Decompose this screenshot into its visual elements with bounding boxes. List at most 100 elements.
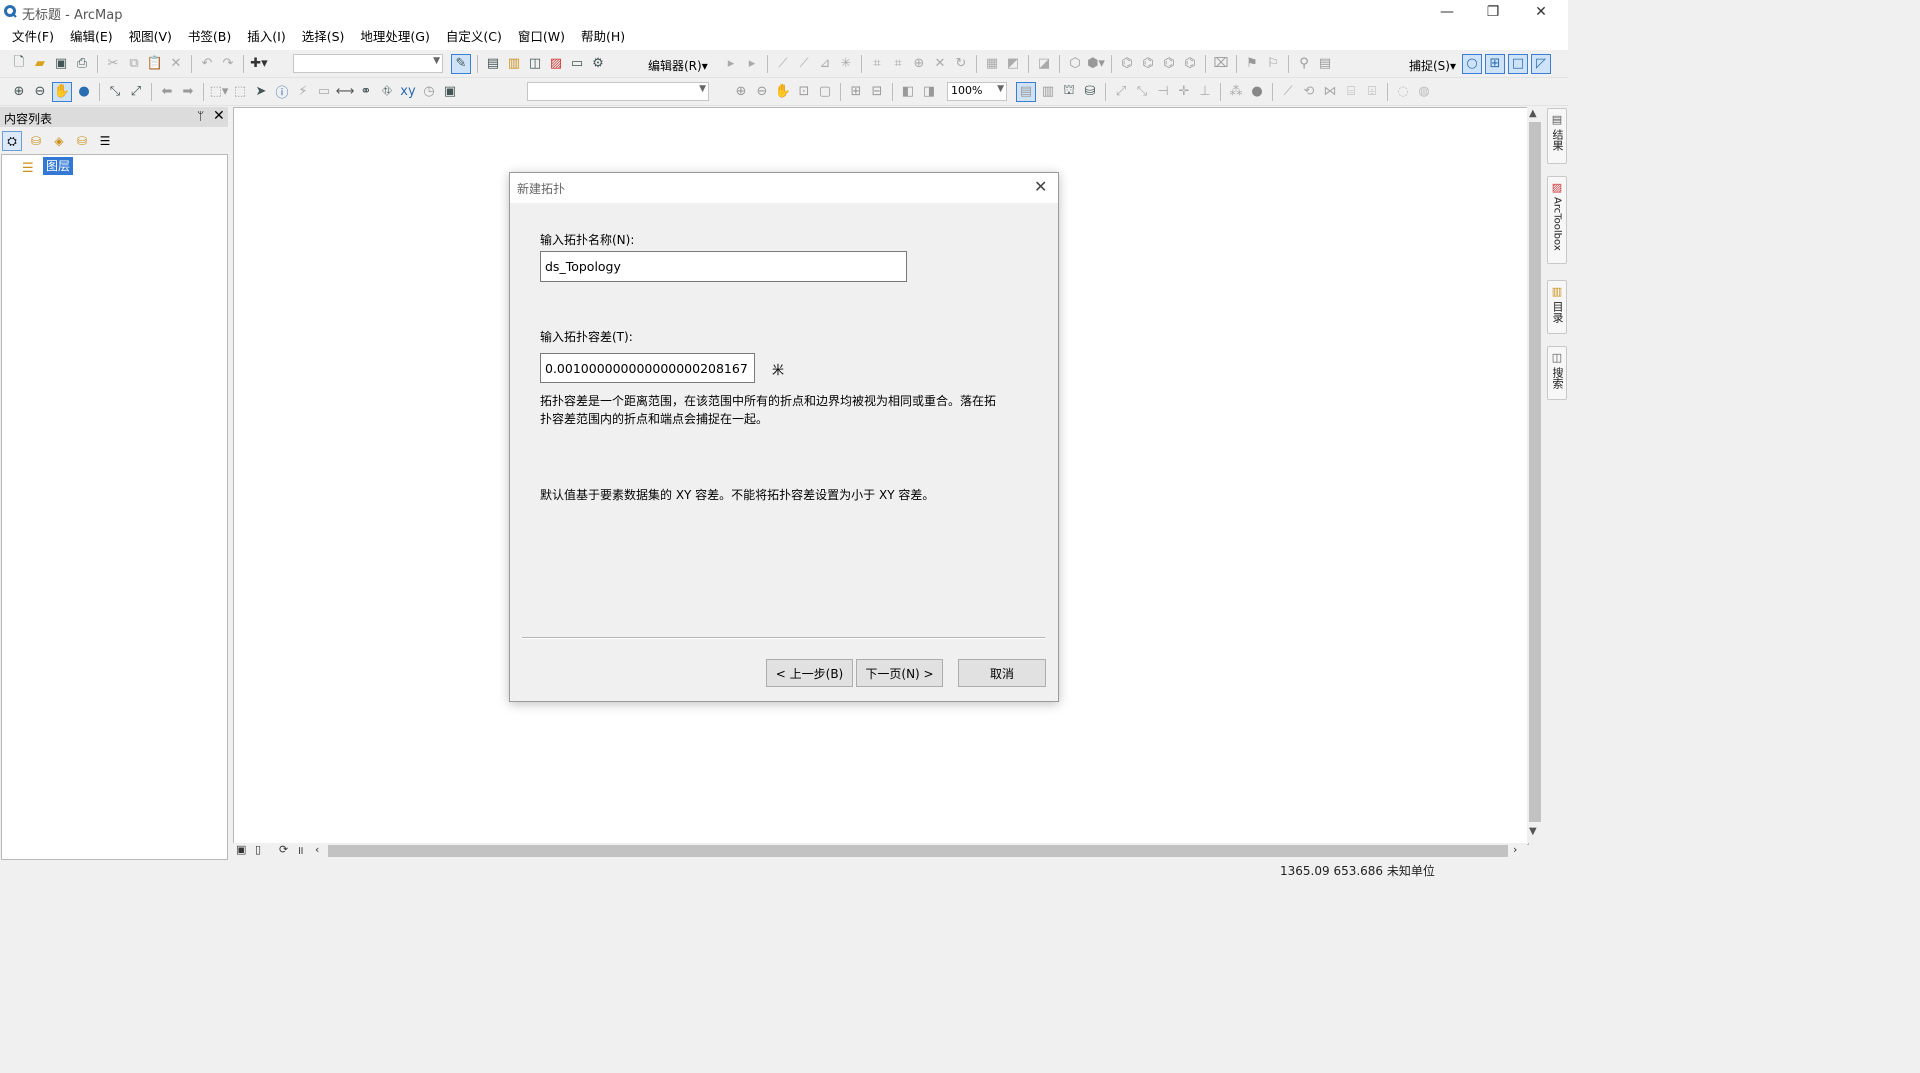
- arctoolbox-icon[interactable]: ▨: [547, 55, 565, 73]
- focus-data-frame-icon[interactable]: ▥: [1039, 83, 1057, 101]
- menu-selection[interactable]: 选择(S): [294, 24, 353, 50]
- zoom-100-icon[interactable]: ▢: [816, 83, 834, 101]
- cut-icon[interactable]: ✂: [104, 55, 122, 73]
- select-elements-arrow-icon[interactable]: ➤: [252, 83, 270, 101]
- georef-icon-1[interactable]: ⤢: [1112, 83, 1130, 101]
- topology-reshape-edge-icon[interactable]: ⌬: [1160, 55, 1178, 73]
- layout-zoom-in-icon[interactable]: ⊕: [732, 83, 750, 101]
- create-features-icon[interactable]: ◪: [1035, 55, 1053, 73]
- table-of-contents-icon[interactable]: ▤: [484, 55, 502, 73]
- error-inspector-icon[interactable]: ⚐: [1264, 55, 1282, 73]
- data-driven-pages-icon[interactable]: ⛁: [1081, 83, 1099, 101]
- fixed-zoom-in-icon[interactable]: ⤡: [106, 83, 124, 101]
- side-tab-results[interactable]: ▤ 结果: [1547, 108, 1567, 164]
- catalog-window-icon[interactable]: ▥: [505, 55, 523, 73]
- scroll-up-arrow-icon[interactable]: ▲: [1529, 108, 1537, 119]
- identify-icon[interactable]: ⓘ: [273, 83, 291, 101]
- copy-icon[interactable]: ⧉: [125, 55, 143, 73]
- topology-edit-icon[interactable]: ⬢▾: [1087, 55, 1105, 73]
- menu-edit[interactable]: 编辑(E): [62, 24, 121, 50]
- go-back-extent-icon[interactable]: ⬅: [158, 83, 176, 101]
- scroll-right-arrow-icon[interactable]: ›: [1513, 843, 1517, 856]
- layout-zoom-out-icon[interactable]: ⊖: [753, 83, 771, 101]
- georef-icon-3[interactable]: ⊣: [1154, 83, 1172, 101]
- back-button[interactable]: < 上一步(B): [766, 659, 853, 687]
- layers-root-item[interactable]: 图层: [43, 157, 74, 175]
- vertical-scroll-thumb[interactable]: [1529, 122, 1541, 822]
- open-folder-icon[interactable]: ▰: [31, 55, 49, 73]
- advanced-edit-icon-4[interactable]: ⌸: [1342, 83, 1360, 101]
- menu-windows[interactable]: 窗口(W): [510, 24, 573, 50]
- redo-icon[interactable]: ↷: [219, 55, 237, 73]
- side-tab-search[interactable]: ◫ 搜索: [1547, 346, 1567, 400]
- scroll-down-arrow-icon[interactable]: ▼: [1529, 826, 1537, 837]
- zoom-in-icon[interactable]: ⊕: [10, 83, 28, 101]
- pan-hand-icon[interactable]: ✋: [52, 81, 72, 102]
- snapping-menu[interactable]: 捕捉(S)▾: [1409, 57, 1456, 74]
- edge-snapping-icon[interactable]: ◸: [1531, 53, 1551, 74]
- go-to-xy-icon[interactable]: xy: [399, 83, 417, 101]
- scale-combobox[interactable]: ▼: [293, 54, 443, 73]
- clear-selection-icon[interactable]: ⬚: [231, 83, 249, 101]
- cut-polygons-icon[interactable]: ⊕: [910, 55, 928, 73]
- zoom-whole-page-icon[interactable]: ⊡: [795, 83, 813, 101]
- topology-icon[interactable]: ⬡: [1066, 55, 1084, 73]
- advanced-edit-icon-2[interactable]: ⟲: [1300, 83, 1318, 101]
- create-viewer-window-icon[interactable]: ▣: [441, 83, 459, 101]
- menu-insert[interactable]: 插入(I): [239, 24, 293, 50]
- layout-view-icon[interactable]: ▯: [255, 843, 261, 856]
- smooth-icon[interactable]: ◍: [1415, 83, 1433, 101]
- paste-icon[interactable]: 📋: [146, 55, 164, 73]
- pause-drawing-icon[interactable]: ॥: [297, 843, 304, 858]
- sketch-properties-icon[interactable]: ◩: [1004, 55, 1022, 73]
- options-icon[interactable]: ☰: [96, 132, 114, 150]
- add-data-icon[interactable]: ✚▾: [250, 55, 268, 73]
- full-extent-globe-icon[interactable]: ●: [75, 83, 93, 101]
- menu-geoprocessing[interactable]: 地理处理(G): [352, 24, 437, 50]
- georef-icon-5[interactable]: ⊥: [1196, 83, 1214, 101]
- validate-topology-icon[interactable]: ⌧: [1212, 55, 1230, 73]
- fixed-zoom-out-icon[interactable]: ⤢: [127, 83, 145, 101]
- python-window-icon[interactable]: ▭: [568, 55, 586, 73]
- list-by-drawing-order-icon[interactable]: ⛭: [2, 131, 22, 151]
- next-extent-layout-icon[interactable]: ◨: [920, 83, 938, 101]
- fixed-zoom-out-layout-icon[interactable]: ⊟: [868, 83, 886, 101]
- georef-icon-2[interactable]: ⤡: [1133, 83, 1151, 101]
- close-window-button[interactable]: ✕: [1518, 0, 1564, 24]
- layer-combobox[interactable]: ▼: [527, 82, 709, 101]
- zoom-out-icon[interactable]: ⊖: [31, 83, 49, 101]
- sphere-icon[interactable]: ●: [1248, 83, 1266, 101]
- advanced-edit-icon-3[interactable]: ⋈: [1321, 83, 1339, 101]
- go-forward-extent-icon[interactable]: ➡: [179, 83, 197, 101]
- print-icon[interactable]: ⎙: [73, 55, 91, 73]
- topology-modify-edge-icon[interactable]: ⌬: [1139, 55, 1157, 73]
- fix-topology-error-icon[interactable]: ⚑: [1243, 55, 1261, 73]
- layout-pan-icon[interactable]: ✋: [774, 83, 792, 101]
- refresh-icon[interactable]: ⟳: [279, 843, 288, 856]
- menu-view[interactable]: 视图(V): [121, 24, 180, 50]
- edit-vertices-icon[interactable]: ⌗: [868, 55, 886, 73]
- endpoint-arc-icon[interactable]: ⟋: [795, 55, 813, 73]
- hyperlink-icon[interactable]: ⚡: [294, 83, 312, 101]
- toggle-draft-mode-icon[interactable]: ▤: [1016, 81, 1036, 102]
- list-by-source-icon[interactable]: ⛁: [27, 132, 45, 150]
- new-document-icon[interactable]: 🗋: [10, 55, 28, 73]
- reshape-icon[interactable]: ⌗: [889, 55, 907, 73]
- attributes-icon[interactable]: ▦: [983, 55, 1001, 73]
- cancel-button[interactable]: 取消: [958, 659, 1046, 687]
- side-tab-arctoolbox[interactable]: ▨ ArcToolbox: [1547, 176, 1567, 264]
- side-tab-catalog[interactable]: ▥ 目录: [1547, 280, 1567, 334]
- editor-menu[interactable]: 编辑器(R)▾: [648, 57, 708, 74]
- editor-toolbar-icon[interactable]: ✎: [451, 53, 471, 74]
- map-topology-icon[interactable]: ⌬: [1118, 55, 1136, 73]
- menu-customize[interactable]: 自定义(C): [438, 24, 510, 50]
- html-popup-icon[interactable]: ▭: [315, 83, 333, 101]
- topology-tolerance-input[interactable]: [540, 353, 755, 383]
- time-slider-icon[interactable]: ◷: [420, 83, 438, 101]
- topology-name-input[interactable]: [540, 251, 907, 282]
- menu-bookmarks[interactable]: 书签(B): [180, 24, 239, 50]
- end-snapping-icon[interactable]: ⊞: [1485, 53, 1505, 74]
- list-by-selection-icon[interactable]: ⛁: [73, 132, 91, 150]
- next-button[interactable]: 下一页(N) >: [856, 659, 943, 687]
- measure-icon[interactable]: ⟷: [336, 83, 355, 101]
